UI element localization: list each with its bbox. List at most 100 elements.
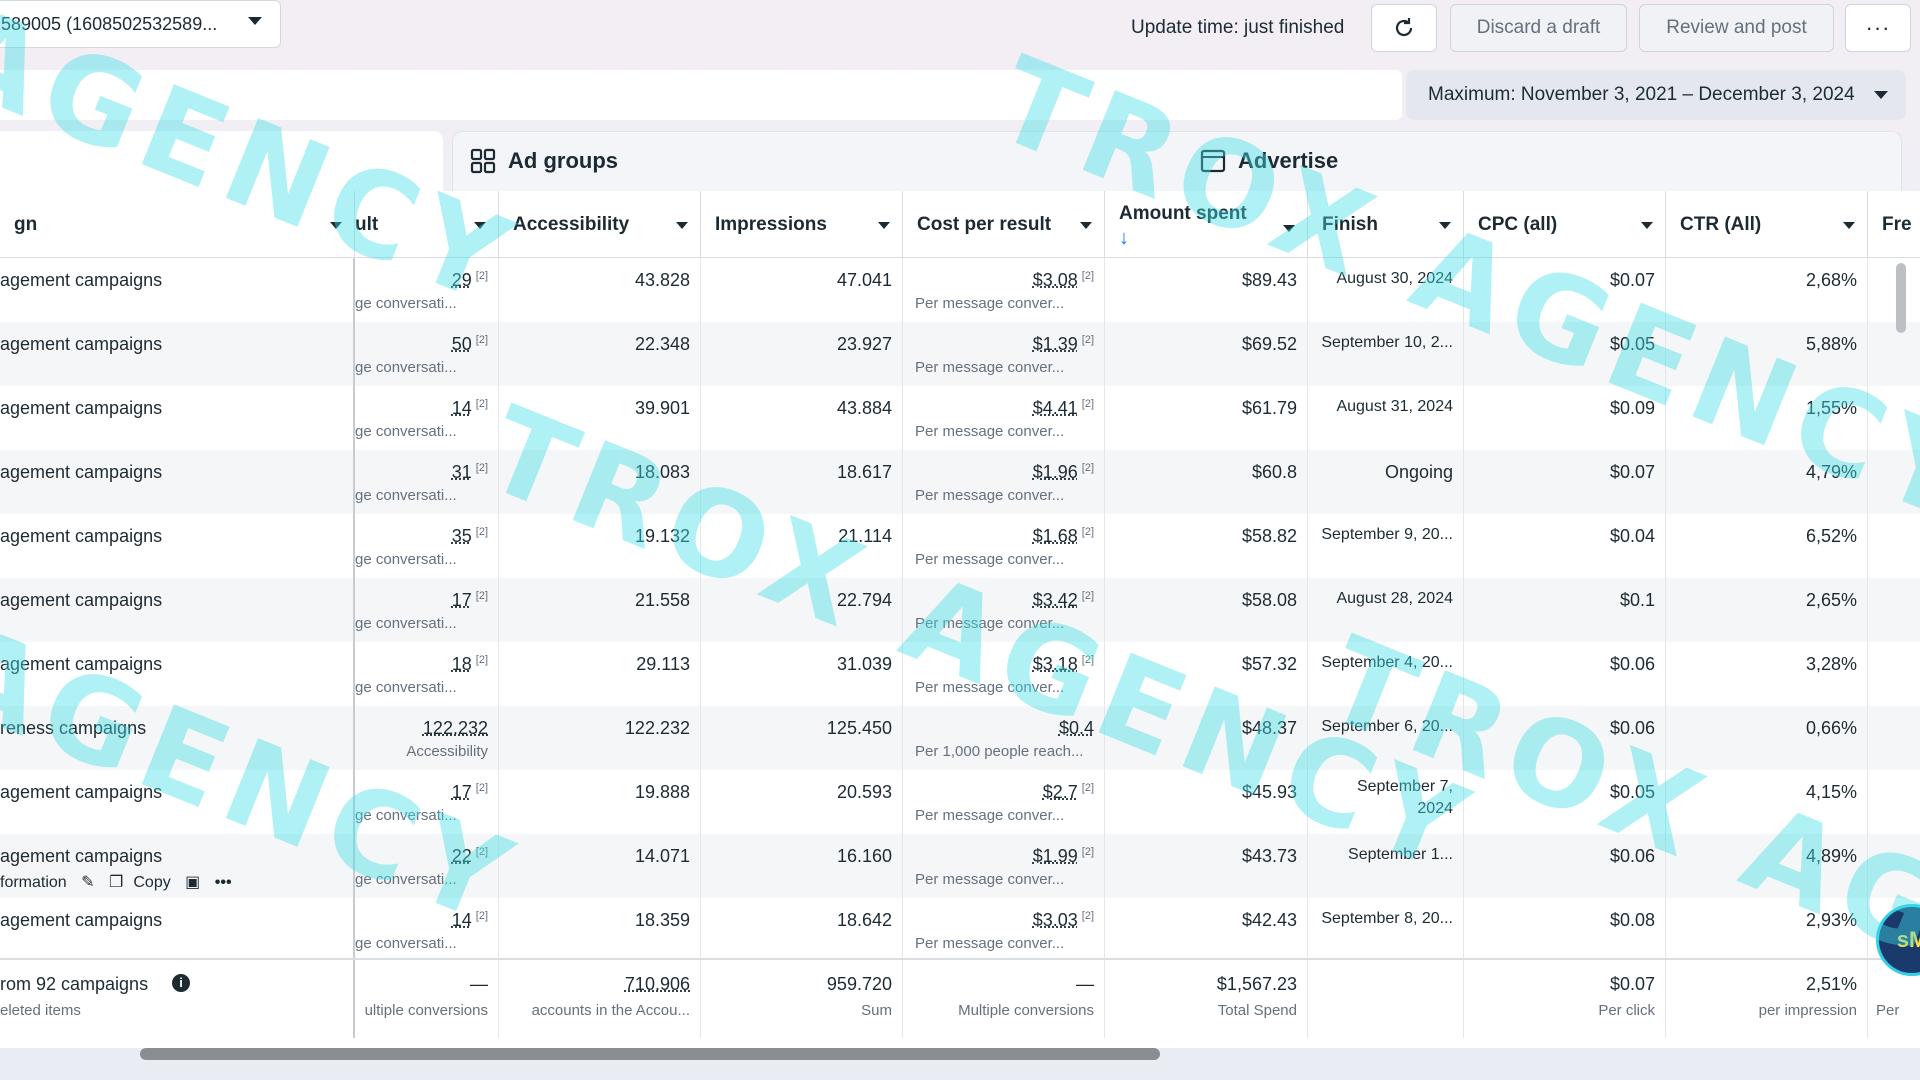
header-cpc[interactable]: CPC (all) <box>1464 191 1666 258</box>
cell-imp-value: 43.884 <box>836 398 892 418</box>
cell-cost-sub: Per message conver... <box>915 935 1065 952</box>
cell-name-value[interactable]: agement campaigns <box>0 270 162 291</box>
summary-ctr-sub: per impression <box>1758 1002 1857 1019</box>
table-row[interactable]: agement campaigns 18 [2] ge conversati... 29… <box>0 642 1920 706</box>
table-row[interactable]: agement campaigns 29 [2] ge conversati... 43… <box>0 258 1920 322</box>
cell-freq <box>1868 514 1920 578</box>
cell-name-value[interactable]: agement campaigns <box>0 526 162 547</box>
cell-spent-value: $60.8 <box>1251 462 1297 482</box>
cell-result: 18 [2] ge conversati... <box>355 642 499 706</box>
cell-name-value[interactable]: agement campaigns <box>0 462 162 483</box>
summary-result-sub: ultiple conversions <box>364 1002 488 1019</box>
cell-name-value[interactable]: reness campaigns <box>0 718 146 739</box>
header-amount-spent[interactable]: Amount spent ↓ <box>1105 191 1308 258</box>
tab-campaigns[interactable] <box>0 131 443 191</box>
cell-cost-value: $1.96 [2] <box>1032 462 1094 482</box>
cell-cpc-value: $0.1 <box>1619 590 1655 610</box>
header-accessibility[interactable]: Accessibility <box>499 191 701 258</box>
chart-icon[interactable]: ▣ <box>185 874 200 891</box>
cell-finish-value-line2: 2024 <box>1417 800 1453 817</box>
cell-spent-value: $58.08 <box>1241 590 1297 610</box>
cell-name-value[interactable]: agement campaigns <box>0 910 162 931</box>
table-row[interactable]: agement campaigns 17 [2] ge conversati... 19… <box>0 770 1920 834</box>
cell-name-value[interactable]: agement campaigns <box>0 654 162 675</box>
cell-ctr-value: 4,89% <box>1805 846 1857 866</box>
cell-freq <box>1868 450 1920 514</box>
header-campaign[interactable]: gn <box>0 191 355 258</box>
cell-name[interactable]: agement campaigns <box>0 258 355 322</box>
table-row[interactable]: agement campaigns 14 [2] ge conversati... 18… <box>0 898 1920 962</box>
cell-imp: 125.450 <box>701 706 903 770</box>
table-row[interactable]: agement campaigns 31 [2] ge conversati... 18… <box>0 450 1920 514</box>
header-cost-per-result[interactable]: Cost per result <box>903 191 1105 258</box>
cell-cpc-value: $0.09 <box>1609 398 1655 418</box>
header-finish[interactable]: Finish <box>1308 191 1464 258</box>
cell-name[interactable]: agement campaigns <box>0 770 355 834</box>
cell-cost: $0.4 Per 1,000 people reach... <box>903 706 1105 770</box>
cell-result-value: 22 [2] <box>451 846 488 866</box>
summary-accessibility-sub: accounts in the Accou... <box>531 1002 690 1019</box>
copy-button[interactable]: Copy <box>133 874 170 891</box>
vertical-scrollbar[interactable] <box>1896 263 1906 333</box>
table-row[interactable]: agement campaigns 14 [2] ge conversati... 39… <box>0 386 1920 450</box>
edit-icon[interactable]: ✎ <box>81 874 94 891</box>
cell-name-value[interactable]: agement campaigns <box>0 590 162 611</box>
cell-finish: August 31, 2024 <box>1308 386 1464 450</box>
summary-spent: $1,567.23 Total Spend <box>1105 960 1308 1038</box>
cell-cpc: $0.05 <box>1464 770 1666 834</box>
header-frequency[interactable]: Fre <box>1868 191 1920 258</box>
cell-name[interactable]: agement campaigns <box>0 450 355 514</box>
table-summary-row: rom 92 campaigns i eleted items — ultiple… <box>0 958 1920 1038</box>
cell-name[interactable]: agement campaigns <box>0 578 355 642</box>
cell-name[interactable]: agement campaigns <box>0 514 355 578</box>
cell-name[interactable]: agement campaigns <box>0 386 355 450</box>
refresh-button[interactable] <box>1371 4 1437 52</box>
cell-freq <box>1868 578 1920 642</box>
table-row[interactable]: reness campaigns 122.232 Accessibility 122.… <box>0 706 1920 770</box>
more-options-button[interactable]: ··· <box>1845 4 1911 52</box>
cell-name[interactable]: agement campaigns <box>0 322 355 386</box>
cell-result: 31 [2] ge conversati... <box>355 450 499 514</box>
table-row[interactable]: agement campaigns 50 [2] ge conversati... 22… <box>0 322 1920 386</box>
header-result[interactable]: ult <box>355 191 499 258</box>
table-row[interactable]: agement campaigns 35 [2] ge conversati... 19… <box>0 514 1920 578</box>
cell-cpc: $0.04 <box>1464 514 1666 578</box>
cell-name[interactable]: reness campaigns <box>0 706 355 770</box>
cell-finish-value: September 4, 20... <box>1321 654 1453 671</box>
cell-spent-value: $48.37 <box>1241 718 1297 738</box>
table-row[interactable]: agement campaigns 17 [2] ge conversati... 21… <box>0 578 1920 642</box>
cell-spent: $43.73 <box>1105 834 1308 898</box>
account-selector[interactable]: 589005 (1608502532589... <box>0 0 281 48</box>
cell-name-value[interactable]: agement campaigns <box>0 334 162 355</box>
cell-result-value: 14 [2] <box>451 910 488 930</box>
tab-ad-groups[interactable]: Ad groups <box>470 131 618 191</box>
cell-result-sub: ge conversati... <box>355 487 457 504</box>
cell-imp: 22.794 <box>701 578 903 642</box>
cell-cpc-value: $0.07 <box>1609 462 1655 482</box>
review-and-post-button[interactable]: Review and post <box>1639 4 1834 52</box>
cell-cost-value: $3.03 [2] <box>1032 910 1094 930</box>
more-icon[interactable]: ••• <box>215 874 232 891</box>
cell-spent-value: $43.73 <box>1241 846 1297 866</box>
cell-name[interactable]: agement campaigns <box>0 898 355 962</box>
tab-advertise[interactable]: Advertise <box>1200 131 1338 191</box>
discard-draft-button[interactable]: Discard a draft <box>1450 4 1627 52</box>
copy-icon[interactable]: ❐ <box>109 874 123 891</box>
header-ctr[interactable]: CTR (All) <box>1666 191 1868 258</box>
cell-name-value[interactable]: agement campaigns <box>0 846 162 867</box>
cell-name-value[interactable]: agement campaigns <box>0 782 162 803</box>
search-filter-bar[interactable] <box>0 70 1402 120</box>
cell-spent-value: $58.82 <box>1241 526 1297 546</box>
row-info-link[interactable]: formation <box>0 874 67 891</box>
date-range-picker[interactable]: Maximum: November 3, 2021 – December 3, … <box>1406 70 1906 120</box>
cell-finish-value: September 8, 20... <box>1321 910 1453 927</box>
cell-ctr: 6,52% <box>1666 514 1868 578</box>
table-row[interactable]: agement campaigns 22 [2] ge conversati... 14… <box>0 834 1920 898</box>
header-impressions[interactable]: Impressions <box>701 191 903 258</box>
horizontal-scrollbar[interactable] <box>140 1048 1160 1060</box>
table-header: gn ult Accessibility Impressions Cost pe… <box>0 191 1920 258</box>
cell-freq <box>1868 258 1920 322</box>
cell-name[interactable]: agement campaigns <box>0 642 355 706</box>
cell-name-value[interactable]: agement campaigns <box>0 398 162 419</box>
info-icon[interactable]: i <box>172 974 190 992</box>
